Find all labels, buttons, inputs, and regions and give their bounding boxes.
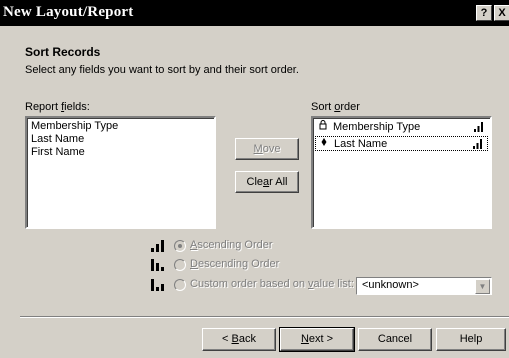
step-subheading: Select any fields you want to sort by an… <box>25 64 299 76</box>
descending-radio[interactable] <box>174 259 186 271</box>
next-label-text: ext > <box>308 333 334 345</box>
report-fields-list[interactable]: Membership Type Last Name First Name <box>25 116 216 229</box>
clear-label-text-end: r All <box>269 176 288 188</box>
custom-order-label: Custom order based on value list: <box>190 278 354 290</box>
descending-label-text: escending Order <box>197 258 280 270</box>
descending-order-icon <box>151 259 164 271</box>
descending-label: Descending Order <box>190 258 279 270</box>
close-icon[interactable]: X <box>494 5 509 21</box>
back-button-label: < Back <box>203 329 275 350</box>
back-label-text: < <box>222 333 232 345</box>
descending-accesskey: D <box>190 258 198 270</box>
footer-separator <box>20 316 509 318</box>
move-label-text: ove <box>262 143 281 155</box>
cancel-button[interactable]: Cancel <box>358 328 432 351</box>
move-accesskey: M <box>253 143 263 155</box>
sort-item-last-name[interactable]: Last Name <box>315 136 488 151</box>
sort-order-label-text: Sort <box>311 101 335 113</box>
help-button-label: Help <box>459 333 483 345</box>
descending-order-option[interactable]: Descending Order <box>150 258 350 274</box>
next-button-label: Next > <box>281 329 353 350</box>
window-title: New Layout/Report <box>3 4 134 20</box>
list-item-membership-type[interactable]: Membership Type <box>31 120 118 133</box>
lock-icon <box>319 120 327 135</box>
clear-all-button[interactable]: Clear All <box>235 171 299 193</box>
title-bar[interactable]: New Layout/Report ? X <box>0 0 509 26</box>
next-button[interactable]: Next > <box>279 327 355 352</box>
report-fields-label: Report fields: <box>25 101 90 113</box>
back-label-text-end: ack <box>238 333 256 345</box>
custom-label-text: Custom order based on <box>190 278 309 290</box>
report-fields-label-text-end: ields: <box>64 101 90 113</box>
report-fields-label-text: Report <box>25 101 62 113</box>
custom-order-option[interactable]: Custom order based on value list: <box>150 278 354 294</box>
clear-all-button-label: Clear All <box>236 172 298 192</box>
ascending-label-text: scending Order <box>197 239 273 251</box>
list-item-last-name[interactable]: Last Name <box>31 133 84 146</box>
back-button[interactable]: < Back <box>202 328 276 351</box>
sort-item-label: Last Name <box>334 138 388 150</box>
help-icon[interactable]: ? <box>476 5 492 21</box>
value-list-select[interactable]: <unknown> ▼ <box>356 277 492 295</box>
custom-label-text-end: alue list: <box>313 278 354 290</box>
ascending-label: Ascending Order <box>190 239 273 251</box>
new-layout-report-dialog: New Layout/Report ? X Sort Records Selec… <box>0 0 509 358</box>
cancel-button-label: Cancel <box>377 333 413 345</box>
ascending-order-icon <box>473 139 482 149</box>
sort-item-membership-type[interactable]: Membership Type <box>315 120 488 134</box>
ascending-order-option[interactable]: Ascending Order <box>150 239 350 255</box>
bullet-icon <box>320 137 328 152</box>
sort-item-label: Membership Type <box>333 121 421 133</box>
move-button-label: Move <box>236 139 298 159</box>
clear-label-text: Cle <box>246 176 264 188</box>
next-accesskey: N <box>300 333 309 345</box>
ascending-radio[interactable] <box>174 240 186 252</box>
step-header: Sort Records Select any fields you want … <box>25 45 325 85</box>
ascending-order-icon <box>474 122 483 132</box>
chevron-down-icon[interactable]: ▼ <box>475 279 490 294</box>
help-button[interactable]: Help <box>436 328 506 351</box>
back-accesskey: B <box>231 333 239 345</box>
list-item-first-name[interactable]: First Name <box>31 146 85 159</box>
step-heading: Sort Records <box>25 45 101 59</box>
sort-order-label: Sort order <box>311 101 360 113</box>
custom-order-radio[interactable] <box>174 279 186 291</box>
sort-order-label-text-end: rder <box>340 101 360 113</box>
move-button[interactable]: Move <box>235 138 299 160</box>
sort-order-list[interactable]: Membership Type Last Name <box>311 116 492 229</box>
ascending-order-icon <box>151 240 164 252</box>
custom-order-icon <box>151 279 164 291</box>
value-list-selected: <unknown> <box>362 279 419 291</box>
